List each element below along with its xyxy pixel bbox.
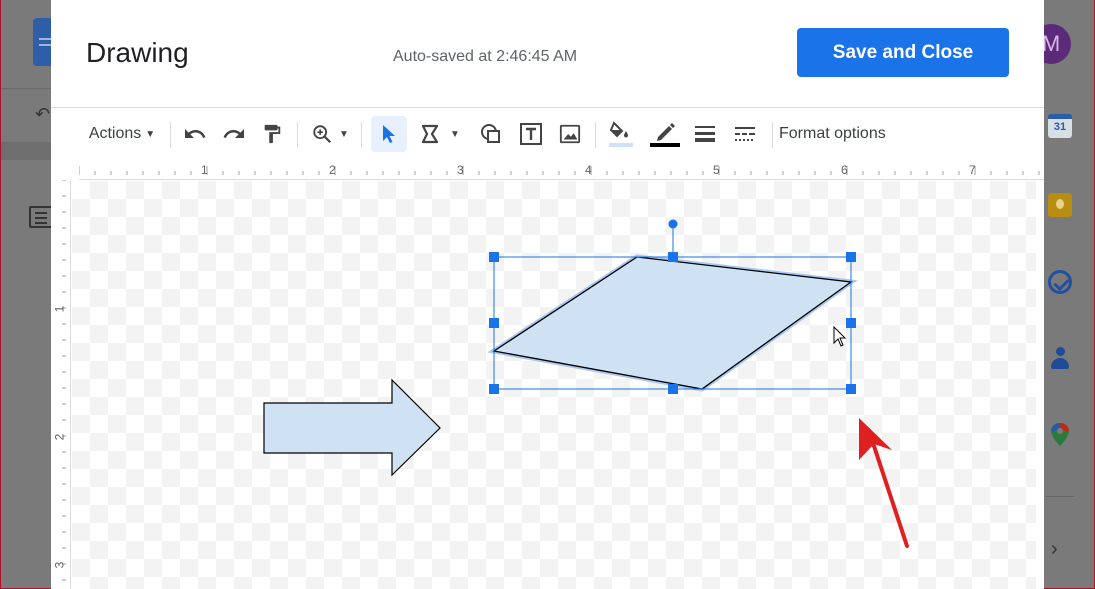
resize-handle[interactable] (489, 384, 499, 394)
mouse-cursor-icon (833, 325, 847, 347)
arrow-shape[interactable] (263, 378, 441, 477)
resize-handle[interactable] (489, 318, 499, 328)
annotation-arrow-shaft (870, 438, 909, 548)
rotation-handle[interactable] (668, 219, 678, 229)
resize-handle[interactable] (846, 252, 856, 262)
resize-handle[interactable] (668, 384, 678, 394)
resize-handle[interactable] (846, 384, 856, 394)
shapes-layer (263, 219, 909, 548)
resize-handle[interactable] (489, 252, 499, 262)
resize-handle[interactable] (846, 318, 856, 328)
resize-handle[interactable] (668, 252, 678, 262)
